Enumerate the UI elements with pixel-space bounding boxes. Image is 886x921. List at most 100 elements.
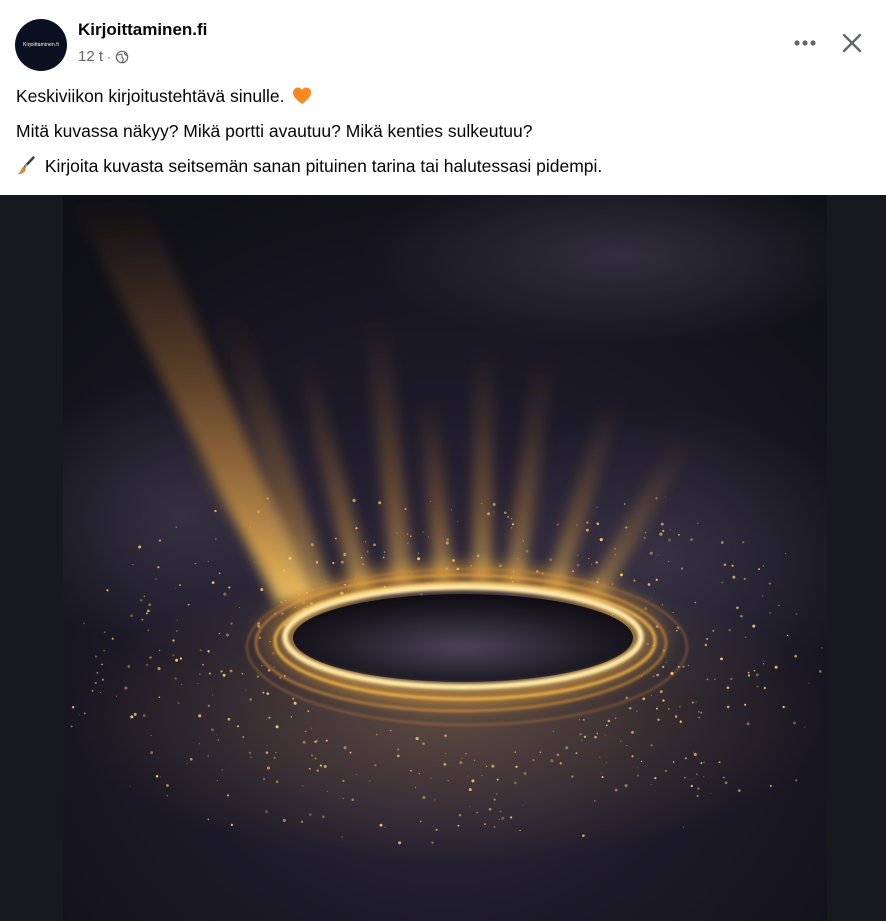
spark (706, 678, 709, 681)
spark (720, 541, 724, 544)
spark (166, 794, 169, 797)
spark (605, 724, 608, 727)
post-time[interactable]: 12 t (78, 48, 103, 65)
spark (522, 804, 524, 806)
spark (404, 508, 407, 511)
spark (397, 748, 400, 751)
spark (309, 768, 311, 770)
spark (149, 656, 152, 659)
spark (378, 501, 382, 505)
spark (349, 751, 352, 754)
spark (698, 716, 700, 719)
spark (450, 509, 452, 511)
spark (332, 561, 335, 565)
spark (103, 631, 106, 634)
spark (352, 498, 356, 503)
spark (207, 561, 209, 563)
spark (650, 783, 652, 785)
spark (310, 754, 314, 757)
spark (642, 697, 646, 701)
spark (614, 553, 617, 556)
more-options-button[interactable] (786, 25, 824, 61)
spark (264, 810, 269, 814)
spark (208, 672, 211, 675)
spark (515, 765, 518, 768)
spark (138, 545, 142, 549)
spark (774, 665, 778, 669)
spark (159, 776, 162, 778)
spark (523, 771, 527, 775)
spark (581, 739, 583, 741)
spark (691, 701, 694, 704)
spark (145, 663, 149, 666)
spark (389, 729, 392, 732)
page-name-link[interactable]: Kirjoittaminen.fi (78, 20, 207, 40)
post-image[interactable] (0, 195, 886, 921)
spark (155, 578, 157, 580)
spark (445, 541, 449, 545)
spark (199, 743, 201, 745)
spark (488, 807, 492, 811)
spark (684, 757, 687, 760)
spark (599, 538, 603, 542)
spark (430, 777, 432, 779)
spark (307, 710, 310, 713)
spark (763, 660, 765, 662)
spark (341, 560, 344, 564)
spark (342, 779, 345, 783)
spark (275, 725, 279, 729)
spark (101, 678, 105, 681)
spark (583, 719, 585, 721)
spark (315, 739, 319, 743)
close-button[interactable] (832, 23, 872, 63)
spark (649, 551, 653, 555)
spark (761, 595, 764, 597)
spark (679, 706, 681, 708)
spark (680, 567, 684, 570)
spark (631, 755, 634, 758)
spark (355, 774, 357, 776)
spark (139, 598, 143, 602)
spark (211, 694, 214, 696)
spark (794, 654, 797, 658)
spark (82, 622, 85, 625)
spark (690, 538, 693, 541)
spark (752, 624, 756, 628)
spark (655, 578, 658, 581)
spark (175, 526, 178, 529)
spark (511, 523, 515, 526)
spark (596, 506, 598, 508)
spark (242, 735, 245, 738)
spark (596, 732, 599, 735)
spark (417, 552, 420, 554)
spark (434, 799, 436, 801)
spark (659, 690, 663, 694)
spark (292, 697, 295, 700)
spark (724, 781, 728, 785)
spark (758, 568, 761, 571)
spark (690, 784, 693, 788)
spark (230, 823, 234, 827)
spark (652, 675, 655, 678)
spark (343, 552, 347, 557)
spark (631, 730, 634, 734)
spark (704, 643, 708, 647)
spark (241, 672, 244, 675)
spark (302, 740, 306, 744)
spark (565, 746, 569, 750)
spark (732, 575, 736, 579)
spark (216, 780, 218, 781)
spark (210, 728, 214, 732)
spark (275, 780, 279, 784)
spark (465, 752, 467, 755)
spark (422, 742, 425, 745)
spark (457, 824, 460, 827)
spark (260, 588, 264, 592)
spark (365, 541, 367, 543)
spark (487, 512, 490, 516)
portal-illustration (63, 195, 827, 921)
spark (99, 692, 101, 694)
avatar[interactable]: Kirjoittaminen.fi (15, 19, 67, 71)
spark (145, 612, 148, 615)
spark (665, 496, 667, 498)
